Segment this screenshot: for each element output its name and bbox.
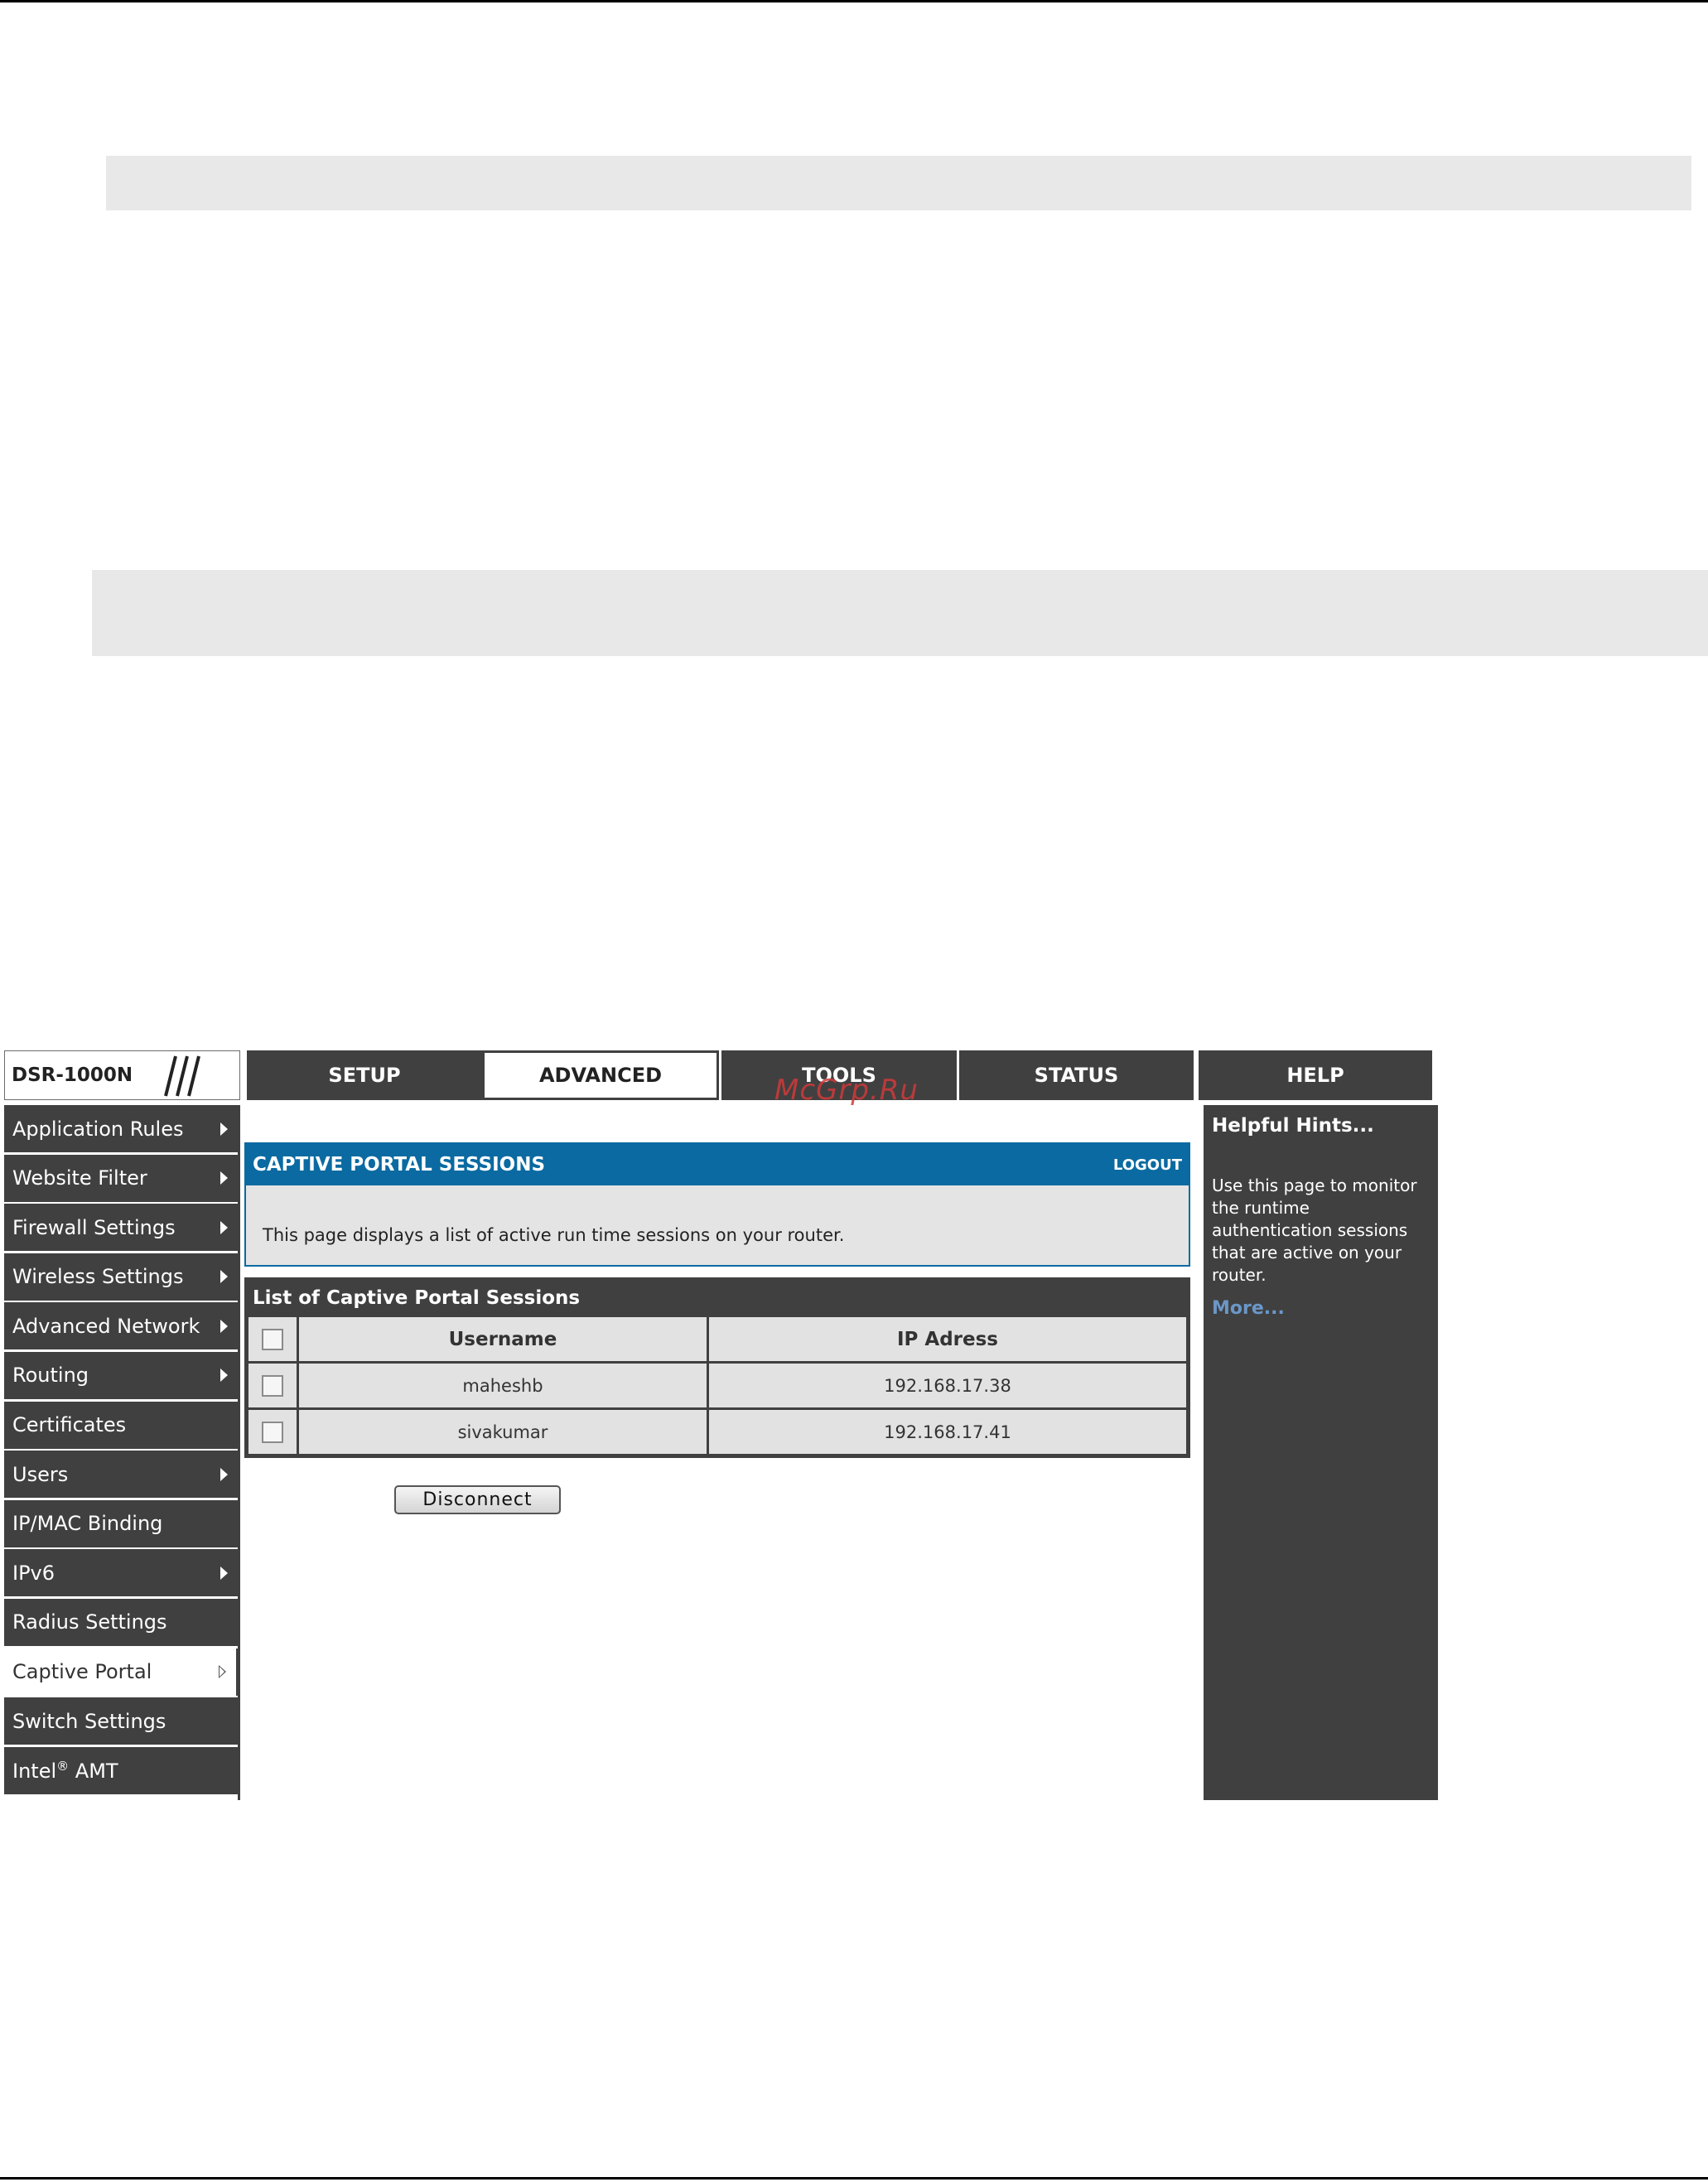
sidebar-item-label: Certificates bbox=[12, 1413, 127, 1437]
sidebar-item-label: Website Filter bbox=[12, 1166, 147, 1190]
sidebar-item-radius-settings[interactable]: Radius Settings bbox=[4, 1598, 238, 1646]
sidebar-item-label: IP/MAC Binding bbox=[12, 1512, 163, 1536]
arrow-right-icon bbox=[220, 1467, 228, 1481]
sidebar-item-ip-mac-binding[interactable]: IP/MAC Binding bbox=[4, 1499, 238, 1547]
sidebar-item-routing[interactable]: Routing bbox=[4, 1351, 238, 1399]
row-checkbox[interactable] bbox=[262, 1421, 283, 1443]
sidebar-item-label: Radius Settings bbox=[12, 1610, 167, 1634]
username-cell: maheshb bbox=[299, 1364, 707, 1407]
arrow-right-icon bbox=[220, 1171, 228, 1185]
page-title: CAPTIVE PORTAL SESSIONS bbox=[253, 1154, 546, 1175]
tab-status[interactable]: STATUS bbox=[957, 1050, 1194, 1100]
router-web-ui: DSR-1000N SETUP ADVANCED TOOLS STATUS HE… bbox=[4, 1050, 1438, 1800]
table-header-row: Username IP Adress bbox=[248, 1317, 1186, 1361]
help-title: Helpful Hints... bbox=[1212, 1115, 1374, 1137]
sidebar-item-label: Routing bbox=[12, 1364, 89, 1388]
tab-help[interactable]: HELP bbox=[1194, 1050, 1432, 1100]
sidebar-item-wireless-settings[interactable]: Wireless Settings bbox=[4, 1253, 238, 1301]
sidebar-item-label: Firewall Settings bbox=[12, 1215, 176, 1239]
sidebar-item-firewall-settings[interactable]: Firewall Settings bbox=[4, 1204, 238, 1252]
column-header-username: Username bbox=[299, 1317, 707, 1361]
logout-link[interactable]: LOGOUT bbox=[1113, 1156, 1182, 1174]
tab-setup[interactable]: SETUP bbox=[244, 1050, 482, 1100]
sidebar-item-users[interactable]: Users bbox=[4, 1451, 238, 1499]
sessions-list-title: List of Captive Portal Sessions bbox=[253, 1287, 581, 1309]
sidebar-item-label: IPv6 bbox=[12, 1561, 55, 1585]
help-panel: Helpful Hints... Use this page to monito… bbox=[1204, 1105, 1438, 1800]
ip-cell: 192.168.17.41 bbox=[709, 1410, 1186, 1454]
column-header-ip: IP Adress bbox=[709, 1317, 1186, 1361]
logo-slashes-icon bbox=[164, 1055, 200, 1097]
arrow-right-icon bbox=[220, 1566, 228, 1580]
top-rule bbox=[0, 0, 1708, 2]
intel-label: Intel bbox=[12, 1759, 57, 1783]
gray-band-2 bbox=[92, 570, 1708, 656]
select-all-checkbox[interactable] bbox=[262, 1328, 283, 1350]
tab-advanced[interactable]: ADVANCED bbox=[482, 1050, 719, 1100]
section-header-bar: CAPTIVE PORTAL SESSIONS LOGOUT bbox=[246, 1144, 1189, 1185]
sidebar-item-intel-amt[interactable]: Intel® AMT bbox=[4, 1746, 238, 1794]
logo-model: DSR-1000N bbox=[12, 1064, 133, 1086]
sessions-table: Username IP Adress maheshb 192.168.17.38… bbox=[246, 1315, 1189, 1456]
sidebar: Application Rules Website Filter Firewal… bbox=[4, 1105, 238, 1796]
sidebar-divider bbox=[238, 1105, 240, 1800]
sidebar-item-label: Advanced Network bbox=[12, 1314, 200, 1338]
sidebar-item-label: Captive Portal bbox=[12, 1660, 152, 1684]
watermark: McGrp.Ru bbox=[774, 1074, 919, 1107]
help-text: Use this page to monitor the runtime aut… bbox=[1212, 1175, 1417, 1285]
sidebar-item-label: Intel® AMT bbox=[12, 1759, 118, 1783]
section-header: CAPTIVE PORTAL SESSIONS LOGOUT This page… bbox=[244, 1142, 1190, 1267]
row-select-cell bbox=[248, 1364, 297, 1407]
sidebar-item-label: Switch Settings bbox=[12, 1709, 166, 1733]
sessions-list: List of Captive Portal Sessions Username… bbox=[244, 1277, 1190, 1458]
sidebar-item-advanced-network[interactable]: Advanced Network bbox=[4, 1302, 238, 1350]
main-panel: CAPTIVE PORTAL SESSIONS LOGOUT This page… bbox=[244, 1105, 1194, 1800]
bottom-rule bbox=[0, 2177, 1708, 2180]
sidebar-item-application-rules[interactable]: Application Rules bbox=[4, 1105, 238, 1152]
arrow-right-icon bbox=[220, 1319, 228, 1333]
arrow-right-icon bbox=[220, 1270, 228, 1284]
logo: DSR-1000N bbox=[4, 1050, 240, 1100]
sidebar-item-website-filter[interactable]: Website Filter bbox=[4, 1154, 238, 1202]
disconnect-button[interactable]: Disconnect bbox=[394, 1485, 561, 1514]
gray-band-1 bbox=[106, 156, 1691, 210]
arrow-right-icon bbox=[220, 1220, 228, 1234]
sidebar-item-switch-settings[interactable]: Switch Settings bbox=[4, 1697, 238, 1745]
table-row: maheshb 192.168.17.38 bbox=[248, 1364, 1186, 1407]
ip-cell: 192.168.17.38 bbox=[709, 1364, 1186, 1407]
sidebar-item-label: Application Rules bbox=[12, 1117, 184, 1141]
amt-label: AMT bbox=[69, 1759, 118, 1783]
select-all-cell bbox=[248, 1317, 297, 1361]
row-select-cell bbox=[248, 1410, 297, 1454]
table-row: sivakumar 192.168.17.41 bbox=[248, 1410, 1186, 1454]
sidebar-item-ipv6[interactable]: IPv6 bbox=[4, 1549, 238, 1597]
sidebar-item-certificates[interactable]: Certificates bbox=[4, 1401, 238, 1449]
sidebar-item-label: Wireless Settings bbox=[12, 1265, 184, 1289]
row-checkbox[interactable] bbox=[262, 1374, 283, 1397]
username-cell: sivakumar bbox=[299, 1410, 707, 1454]
sidebar-item-captive-portal[interactable]: Captive Portal bbox=[4, 1648, 238, 1696]
registered-mark: ® bbox=[56, 1758, 70, 1774]
arrow-right-outline-icon bbox=[219, 1665, 226, 1679]
sidebar-item-label: Users bbox=[12, 1462, 69, 1486]
arrow-right-icon bbox=[220, 1369, 228, 1383]
arrow-right-icon bbox=[220, 1122, 228, 1136]
page-description: This page displays a list of active run … bbox=[263, 1225, 845, 1245]
help-more-link[interactable]: More... bbox=[1212, 1298, 1430, 1319]
